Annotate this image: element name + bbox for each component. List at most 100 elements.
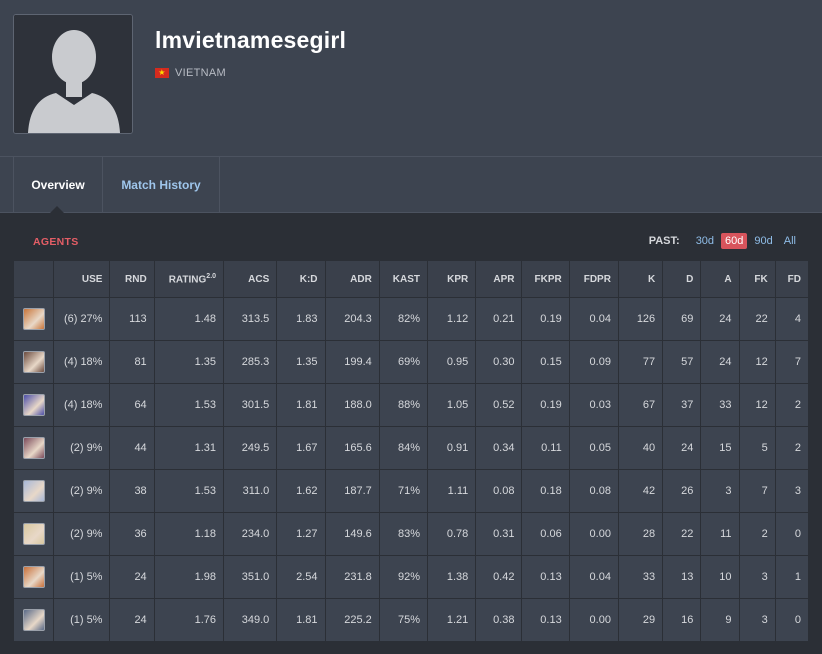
tab-match-history[interactable]: Match History: [103, 157, 220, 212]
cell-kd: 2.54: [276, 555, 326, 599]
table-row: (4) 18% 81 1.35 285.3 1.35 199.4 69% 0.95 0.30 0.…: [12, 340, 810, 384]
agent-cell: [12, 383, 55, 427]
cell-k: 40: [617, 426, 664, 470]
col-header-apr[interactable]: APR: [475, 260, 523, 298]
agent-portrait-icon[interactable]: [22, 480, 45, 502]
vietnam-flag-icon: ★: [155, 68, 169, 78]
agent-portrait-icon[interactable]: [22, 308, 45, 330]
cell-acs: 301.5: [223, 383, 278, 427]
col-header-kast[interactable]: KAST: [378, 260, 429, 298]
cell-fk: 3: [738, 555, 776, 599]
cell-fkpr: 0.13: [521, 555, 570, 599]
table-row: (1) 5% 24 1.98 351.0 2.54 231.8 92% 1.38 0.42 0.1…: [12, 555, 810, 599]
col-header-kd[interactable]: K:D: [276, 260, 326, 298]
cell-acs: 313.5: [223, 297, 278, 341]
col-header-adr[interactable]: ADR: [324, 260, 380, 298]
cell-kast: 83%: [378, 512, 429, 556]
filter-90d[interactable]: 90d: [750, 233, 776, 249]
cell-kpr: 0.78: [427, 512, 477, 556]
cell-acs: 311.0: [223, 469, 278, 513]
player-name: lmvietnamesegirl: [155, 27, 347, 53]
cell-a: 24: [700, 340, 740, 384]
agent-portrait-icon[interactable]: [22, 351, 45, 373]
col-header-k[interactable]: K: [617, 260, 664, 298]
cell-rnd: 64: [109, 383, 155, 427]
agent-cell: [12, 555, 55, 599]
col-header-fdpr[interactable]: FDPR: [568, 260, 619, 298]
agent-portrait-icon[interactable]: [22, 437, 45, 459]
cell-use: (1) 5%: [53, 598, 111, 642]
col-header-fk[interactable]: FK: [738, 260, 776, 298]
country: ★ VIETNAM: [155, 67, 226, 79]
cell-use: (4) 18%: [53, 340, 111, 384]
filter-60d[interactable]: 60d: [721, 233, 748, 249]
cell-kast: 69%: [378, 340, 429, 384]
cell-fdpr: 0.05: [568, 426, 619, 470]
col-header-d[interactable]: D: [662, 260, 702, 298]
cell-kpr: 1.12: [427, 297, 477, 341]
cell-kd: 1.83: [276, 297, 326, 341]
cell-fd: 2: [774, 383, 810, 427]
col-header-acs[interactable]: ACS: [223, 260, 278, 298]
cell-d: 69: [662, 297, 702, 341]
cell-fdpr: 0.04: [568, 297, 619, 341]
cell-adr: 187.7: [324, 469, 380, 513]
cell-apr: 0.30: [475, 340, 523, 384]
country-label: VIETNAM: [175, 67, 226, 79]
cell-fd: 0: [774, 598, 810, 642]
cell-fk: 5: [738, 426, 776, 470]
past-label: PAST:: [648, 235, 680, 247]
agent-cell: [12, 297, 55, 341]
cell-k: 28: [617, 512, 664, 556]
cell-use: (2) 9%: [53, 469, 111, 513]
cell-rnd: 24: [109, 598, 155, 642]
tab-overview[interactable]: Overview: [13, 157, 103, 212]
cell-fkpr: 0.11: [521, 426, 570, 470]
active-tab-caret-icon: [50, 206, 64, 213]
agent-cell: [12, 340, 55, 384]
cell-kpr: 1.11: [427, 469, 477, 513]
cell-fk: 2: [738, 512, 776, 556]
cell-a: 15: [700, 426, 740, 470]
cell-rating: 1.76: [153, 598, 225, 642]
col-header-rnd[interactable]: RND: [109, 260, 155, 298]
cell-d: 13: [662, 555, 702, 599]
cell-rating: 1.31: [153, 426, 225, 470]
agent-portrait-icon[interactable]: [22, 566, 45, 588]
cell-apr: 0.08: [475, 469, 523, 513]
cell-d: 26: [662, 469, 702, 513]
cell-rnd: 44: [109, 426, 155, 470]
cell-d: 22: [662, 512, 702, 556]
cell-adr: 188.0: [324, 383, 380, 427]
agent-portrait-icon[interactable]: [22, 609, 45, 631]
cell-rnd: 38: [109, 469, 155, 513]
agent-cell: [12, 426, 55, 470]
col-header-fd[interactable]: FD: [774, 260, 810, 298]
cell-fd: 0: [774, 512, 810, 556]
cell-fd: 2: [774, 426, 810, 470]
cell-apr: 0.21: [475, 297, 523, 341]
agent-cell: [12, 512, 55, 556]
col-header-rating[interactable]: RATING2.0: [153, 260, 225, 298]
cell-kd: 1.62: [276, 469, 326, 513]
cell-kast: 82%: [378, 297, 429, 341]
filter-30d[interactable]: 30d: [692, 233, 718, 249]
col-header-kpr[interactable]: KPR: [427, 260, 477, 298]
col-header-use[interactable]: USE: [53, 260, 111, 298]
filter-all[interactable]: All: [780, 233, 800, 249]
cell-d: 16: [662, 598, 702, 642]
cell-adr: 225.2: [324, 598, 380, 642]
cell-kd: 1.27: [276, 512, 326, 556]
cell-kd: 1.35: [276, 340, 326, 384]
table-row: (2) 9% 38 1.53 311.0 1.62 187.7 71% 1.11 0.08 0.1…: [12, 469, 810, 513]
cell-fkpr: 0.18: [521, 469, 570, 513]
agent-portrait-icon[interactable]: [22, 394, 45, 416]
cell-k: 67: [617, 383, 664, 427]
col-header-a[interactable]: A: [700, 260, 740, 298]
col-header-fkpr[interactable]: FKPR: [521, 260, 570, 298]
cell-rnd: 24: [109, 555, 155, 599]
cell-rnd: 81: [109, 340, 155, 384]
cell-acs: 285.3: [223, 340, 278, 384]
cell-apr: 0.31: [475, 512, 523, 556]
agent-portrait-icon[interactable]: [22, 523, 45, 545]
